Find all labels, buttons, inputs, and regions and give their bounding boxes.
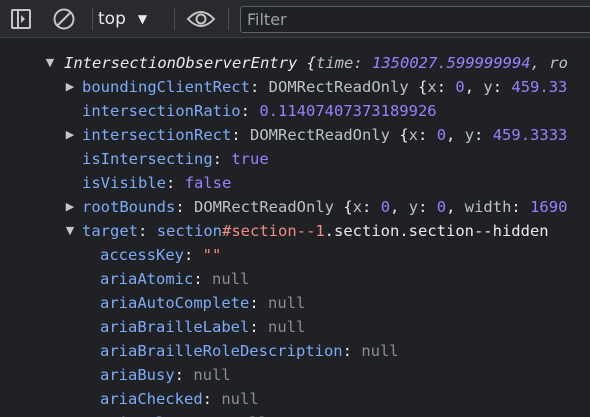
target-tag: section [156,222,223,240]
clear-console-icon[interactable] [50,7,78,31]
prop-key: ariaChecked [100,390,203,408]
prop-value: null [193,366,231,384]
prop-key: isIntersecting [82,150,213,168]
prop-key: ariaBrailleLabel [100,318,250,336]
prop-key: ariaBrailleRoleDescription [100,342,343,360]
prop-value: null [361,342,399,360]
sidebar-toggle-icon[interactable] [8,7,34,31]
prop-key: boundingClientRect [82,78,250,96]
entry-root-row[interactable]: ▼ IntersectionObserverEntry {time: 13500… [0,51,590,75]
target-child-row: ariaBusy: null [100,366,231,384]
toolbar-separator [228,8,229,30]
entry-class-name: IntersectionObserverEntry [64,54,298,72]
prop-row-boundingClientRect[interactable]: ▶ boundingClientRect: DOMRectReadOnly {x… [0,75,590,99]
target-child-row: ariaBrailleRoleDescription: null [100,342,399,360]
prop-row-isIntersecting: isIntersecting: true [82,150,269,168]
prop-key: target [82,222,138,240]
prop-key: ariaBusy [100,366,175,384]
expanded-triangle-icon[interactable]: ▼ [63,219,77,243]
prop-value: null [221,390,259,408]
entry-open-brace: { [306,54,316,72]
prop-type: DOMRectReadOnly [250,126,390,144]
prop-key: rootBounds [82,198,176,216]
target-child-row: ariaAutoComplete: null [100,294,306,312]
live-expression-eye-icon[interactable] [184,7,218,31]
prop-value: "" [202,246,222,264]
collapsed-triangle-icon[interactable]: ▶ [63,75,77,99]
chevron-down-icon: ▼ [137,12,148,26]
prop-key: isVisible [82,174,166,192]
prop-value: null [267,318,306,336]
prop-key: ariaAtomic [100,270,194,288]
prop-type: DOMRectReadOnly [268,78,409,96]
prop-row-target[interactable]: ▼ target: section#section--1.section.sec… [0,219,590,243]
target-child-row: ariaBrailleLabel: null [100,318,306,336]
prop-value: null [267,294,306,312]
target-child-row: ariaAtomic: null [100,270,250,288]
preview-tail: , ro [530,54,568,72]
target-id: #section--1 [222,222,325,240]
prop-value: 0.11407407373189926 [259,102,437,120]
prop-key: accessKey [100,246,184,264]
target-classes: .section.section--hidden [324,222,549,240]
prop-key: intersectionRect [82,126,232,144]
prop-row-partial: ariaColCount: null [0,411,590,417]
toolbar-separator [92,8,93,30]
console-toolbar: top ▼ [0,0,590,38]
prop-row-isVisible: isVisible: false [82,174,232,192]
prop-type: DOMRectReadOnly [194,198,334,216]
context-label: top [98,9,126,29]
console-object-tree: ▼ IntersectionObserverEntry {time: 13500… [0,38,590,417]
prop-row-intersectionRatio: intersectionRatio: 0.11407407373189926 [82,102,437,120]
preview-value: 1350027.599999994 [372,54,531,72]
prop-value: null [212,270,250,288]
expanded-triangle-icon[interactable]: ▼ [43,51,57,75]
target-child-row: accessKey: "" [100,246,222,264]
prop-key: ariaAutoComplete [100,294,250,312]
collapsed-triangle-icon[interactable]: ▶ [63,195,77,219]
prop-value: false [184,174,232,192]
prop-value: true [231,150,269,168]
toolbar-separator [174,8,175,30]
collapsed-triangle-icon[interactable]: ▶ [63,123,77,147]
context-selector[interactable]: top ▼ [98,4,147,34]
preview-colon: : [353,54,363,72]
prop-row-intersectionRect[interactable]: ▶ intersectionRect: DOMRectReadOnly {x: … [0,123,590,147]
preview-key: time [315,54,354,72]
filter-input[interactable] [240,6,590,33]
target-child-row: ariaChecked: null [100,390,259,408]
prop-row-rootBounds[interactable]: ▶ rootBounds: DOMRectReadOnly {x: 0, y: … [0,195,590,219]
prop-key: intersectionRatio [82,102,241,120]
